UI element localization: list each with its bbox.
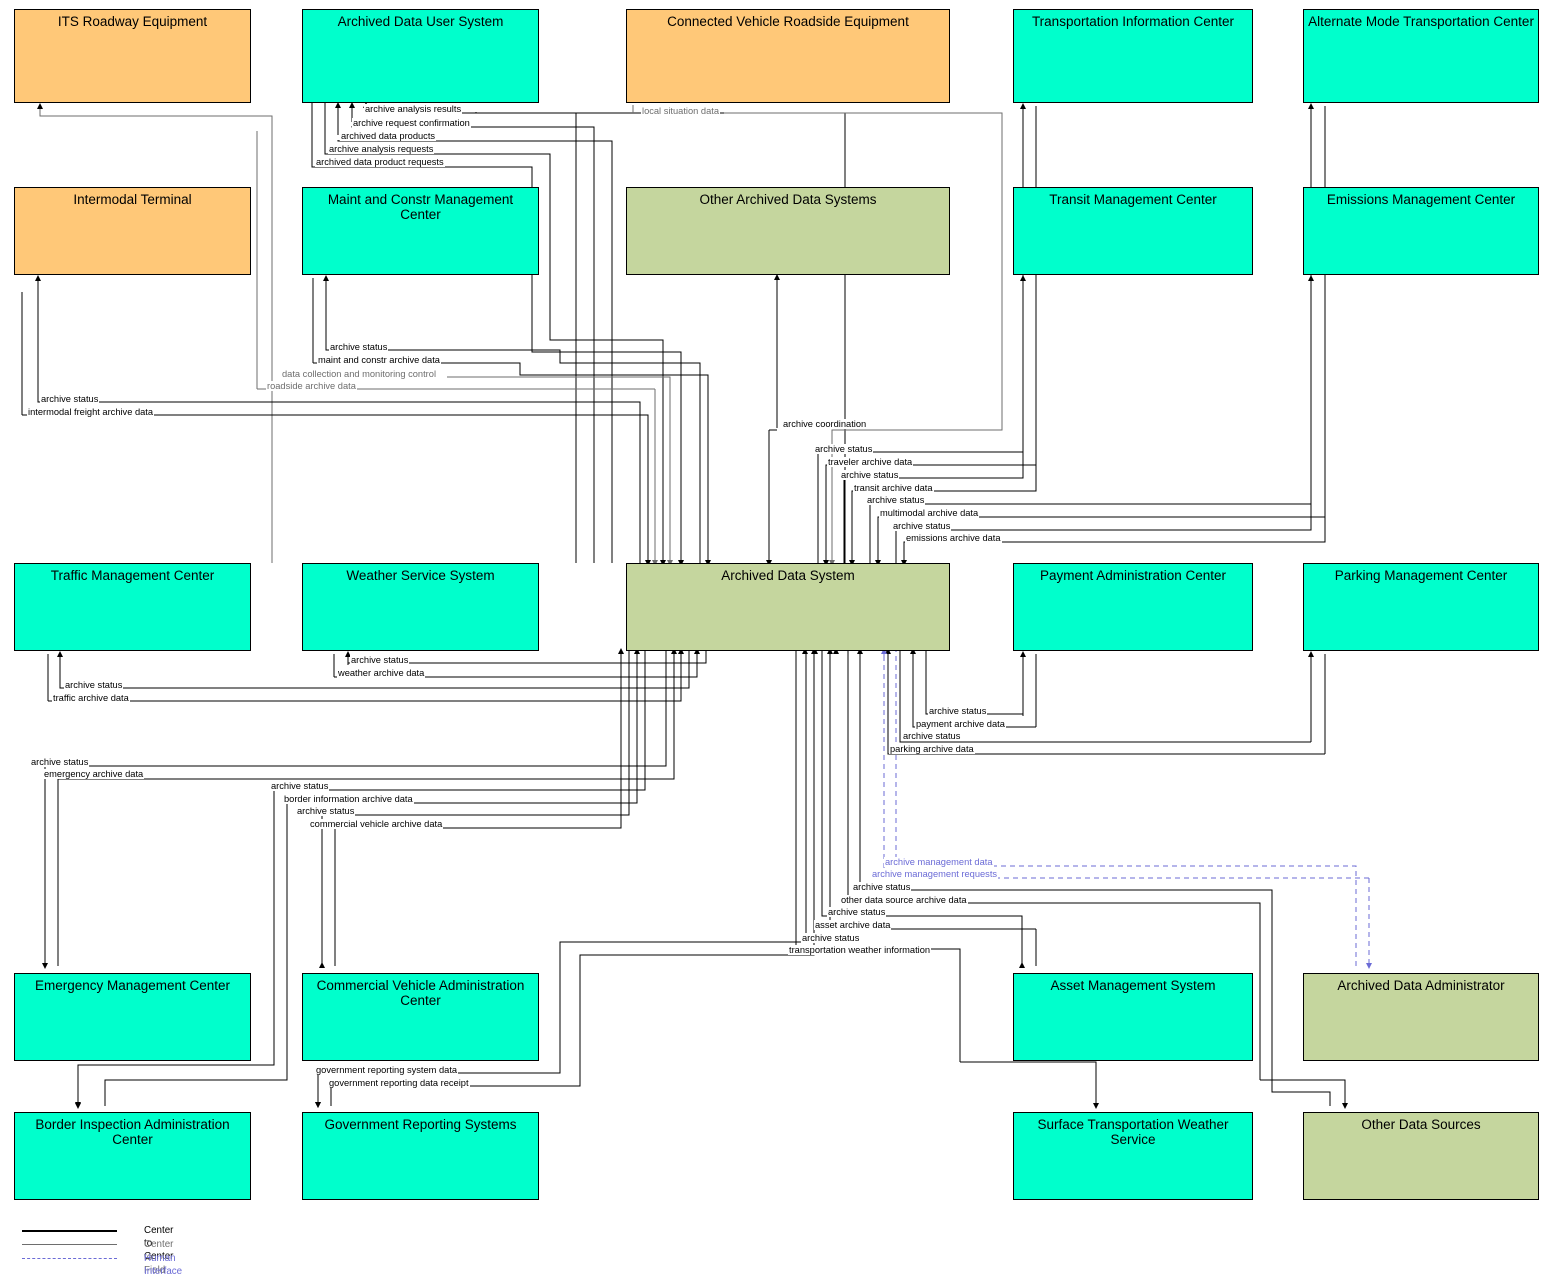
flow-label-emergency-archive-data: emergency archive data	[43, 769, 145, 779]
flow-label-archived-data-product-requests: archived data product requests	[315, 157, 445, 167]
node-label: Other Archived Data Systems	[699, 192, 877, 207]
flow-label-archive-status-altmode: archive status	[866, 495, 926, 505]
node-label: Payment Administration Center	[1039, 568, 1227, 583]
flow-label-emissions-archive-data: emissions archive data	[905, 533, 1002, 543]
flow-label-archive-management-requests: archive management requests	[871, 869, 999, 879]
node-weather-service-system[interactable]: Weather Service System	[302, 563, 539, 651]
flow-label-archive-status-asset: archive status	[827, 907, 887, 917]
node-alternate-mode-transportation-center[interactable]: Alternate Mode Transportation Center	[1303, 9, 1539, 103]
node-label: Parking Management Center	[1334, 568, 1508, 583]
node-label: Connected Vehicle Roadside Equipment	[667, 14, 909, 29]
flow-label-archive-status-payment: archive status	[928, 706, 988, 716]
node-archived-data-system[interactable]: Archived Data System	[626, 563, 950, 651]
node-border-inspection-administration-center[interactable]: Border Inspection Administration Center	[14, 1112, 251, 1200]
flow-label-archive-status-emissions: archive status	[892, 521, 952, 531]
flow-label-archive-status-parking: archive status	[902, 731, 962, 741]
legend-line-center-to-field	[22, 1244, 117, 1245]
flow-label-commercial-vehicle-archive-data: commercial vehicle archive data	[309, 819, 444, 829]
flow-label-archive-status-intermodal: archive status	[40, 394, 100, 404]
diagram-canvas: ITS Roadway Equipment Archived Data User…	[0, 0, 1549, 1274]
flow-label-archive-status-cvac: archive status	[296, 806, 356, 816]
node-label: Border Inspection Administration Center	[35, 1117, 230, 1147]
node-label: Maint and Constr Management Center	[327, 192, 514, 222]
flow-label-archive-status-emergency: archive status	[30, 757, 90, 767]
flow-label-payment-archive-data: payment archive data	[915, 719, 1006, 729]
legend-line-human-interface	[22, 1258, 117, 1259]
node-archived-data-user-system[interactable]: Archived Data User System	[302, 9, 539, 103]
flow-label-roadside-archive-data: roadside archive data	[266, 381, 357, 391]
node-label: Emissions Management Center	[1326, 192, 1516, 207]
node-transit-management-center[interactable]: Transit Management Center	[1013, 187, 1253, 275]
flow-label-other-data-source-archive-data: other data source archive data	[840, 895, 968, 905]
node-label: Asset Management System	[1050, 978, 1216, 993]
node-label: Commercial Vehicle Administration Center	[316, 978, 525, 1008]
node-label: Archived Data System	[721, 568, 855, 583]
node-label: Government Reporting Systems	[324, 1117, 517, 1132]
node-maint-and-constr-management-center[interactable]: Maint and Constr Management Center	[302, 187, 539, 275]
flow-label-archive-analysis-requests: archive analysis requests	[328, 144, 435, 154]
node-label: Transportation Information Center	[1031, 14, 1235, 29]
node-traffic-management-center[interactable]: Traffic Management Center	[14, 563, 251, 651]
node-government-reporting-systems[interactable]: Government Reporting Systems	[302, 1112, 539, 1200]
flow-label-archive-status-traffic: archive status	[64, 680, 124, 690]
node-label: Transit Management Center	[1049, 192, 1217, 207]
node-label: Archived Data Administrator	[1337, 978, 1505, 993]
node-transportation-information-center[interactable]: Transportation Information Center	[1013, 9, 1253, 103]
flow-label-government-reporting-system-data: government reporting system data	[315, 1065, 459, 1075]
node-other-archived-data-systems[interactable]: Other Archived Data Systems	[626, 187, 950, 275]
node-archived-data-administrator[interactable]: Archived Data Administrator	[1303, 973, 1539, 1061]
node-label: Other Data Sources	[1361, 1117, 1481, 1132]
flow-label-government-reporting-data-receipt: government reporting data receipt	[328, 1078, 470, 1088]
legend-line-center-to-center	[22, 1230, 117, 1232]
flow-label-border-information-archive-data: border information archive data	[283, 794, 414, 804]
node-label: Alternate Mode Transportation Center	[1308, 14, 1534, 29]
node-asset-management-system[interactable]: Asset Management System	[1013, 973, 1253, 1061]
flow-label-traveler-archive-data: traveler archive data	[827, 457, 914, 467]
node-commercial-vehicle-administration-center[interactable]: Commercial Vehicle Administration Center	[302, 973, 539, 1061]
node-label: Archived Data User System	[337, 14, 504, 29]
node-connected-vehicle-roadside-equipment[interactable]: Connected Vehicle Roadside Equipment	[626, 9, 950, 103]
flow-label-asset-archive-data: asset archive data	[814, 920, 892, 930]
node-payment-administration-center[interactable]: Payment Administration Center	[1013, 563, 1253, 651]
flow-label-archive-status-mcmc: archive status	[329, 342, 389, 352]
node-label: Weather Service System	[346, 568, 495, 583]
flow-label-archive-status-other-sources: archive status	[852, 882, 912, 892]
node-emergency-management-center[interactable]: Emergency Management Center	[14, 973, 251, 1061]
flow-label-archive-status-weather: archive status	[350, 655, 410, 665]
node-surface-transportation-weather-service[interactable]: Surface Transportation Weather Service	[1013, 1112, 1253, 1200]
flow-label-archive-status-border: archive status	[270, 781, 330, 791]
flow-label-archive-analysis-results: archive analysis results	[364, 104, 463, 114]
flow-label-archive-coordination: archive coordination	[782, 419, 868, 429]
flow-label-maint-and-constr-archive-data: maint and constr archive data	[317, 355, 441, 365]
node-emissions-management-center[interactable]: Emissions Management Center	[1303, 187, 1539, 275]
flow-label-multimodal-archive-data: multimodal archive data	[879, 508, 980, 518]
node-label: Traffic Management Center	[50, 568, 215, 583]
flow-label-local-situation-data: local situation data	[641, 106, 721, 116]
node-parking-management-center[interactable]: Parking Management Center	[1303, 563, 1539, 651]
flow-label-archive-status-stws: archive status	[801, 933, 861, 943]
flow-label-parking-archive-data: parking archive data	[889, 744, 975, 754]
flow-label-archive-request-confirmation: archive request confirmation	[352, 118, 471, 128]
node-other-data-sources[interactable]: Other Data Sources	[1303, 1112, 1539, 1200]
flow-label-transportation-weather-information: transportation weather information	[788, 945, 932, 955]
flow-label-archive-status-transit: archive status	[840, 470, 900, 480]
flow-label-data-collection-and-monitoring-control: data collection and monitoring control	[281, 369, 438, 379]
node-intermodal-terminal[interactable]: Intermodal Terminal	[14, 187, 251, 275]
flow-label-transit-archive-data: transit archive data	[853, 483, 934, 493]
node-label: Surface Transportation Weather Service	[1037, 1117, 1229, 1147]
node-label: Intermodal Terminal	[73, 192, 192, 207]
flow-label-weather-archive-data: weather archive data	[337, 668, 426, 678]
node-label: Emergency Management Center	[34, 978, 231, 993]
node-label: ITS Roadway Equipment	[57, 14, 208, 29]
flow-label-traffic-archive-data: traffic archive data	[52, 693, 130, 703]
flow-label-archive-status-tic: archive status	[814, 444, 874, 454]
node-its-roadway-equipment[interactable]: ITS Roadway Equipment	[14, 9, 251, 103]
flow-label-archive-management-data: archive management data	[884, 857, 994, 867]
legend-label-human-interface: Human Interface	[144, 1253, 183, 1274]
flow-label-intermodal-freight-archive-data: intermodal freight archive data	[27, 407, 155, 417]
flow-label-archived-data-products: archived data products	[340, 131, 437, 141]
